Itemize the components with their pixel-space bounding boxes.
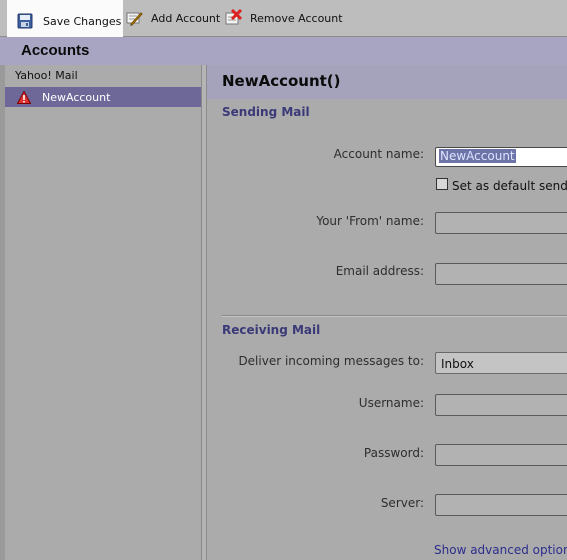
section-separator bbox=[222, 315, 567, 317]
password-field[interactable] bbox=[435, 444, 567, 466]
account-details: NewAccount() Sending Mail Account name: … bbox=[207, 65, 567, 560]
delete-icon bbox=[224, 8, 243, 27]
floppy-disk-icon bbox=[17, 13, 35, 31]
username-label: Username: bbox=[358, 396, 424, 410]
server-field[interactable] bbox=[435, 494, 567, 516]
from-name-field[interactable] bbox=[435, 212, 567, 234]
receiving-mail-title: Receiving Mail bbox=[222, 323, 321, 337]
email-address-field[interactable] bbox=[435, 263, 567, 285]
remove-account-button[interactable]: Remove Account bbox=[224, 0, 343, 36]
password-label: Password: bbox=[363, 446, 424, 460]
account-heading: NewAccount() bbox=[222, 72, 341, 90]
account-name-label: Account name: bbox=[333, 147, 424, 161]
remove-account-label: Remove Account bbox=[250, 11, 343, 25]
email-address-label: Email address: bbox=[335, 264, 424, 278]
account-group-label: Yahoo! Mail bbox=[15, 69, 78, 82]
account-heading-bar: NewAccount() bbox=[207, 65, 567, 99]
deliver-to-label: Deliver incoming messages to: bbox=[238, 354, 424, 368]
account-name-value: NewAccount bbox=[439, 149, 516, 163]
account-list-item[interactable]: NewAccount bbox=[5, 87, 201, 107]
account-list: Yahoo! Mail NewAccount bbox=[5, 65, 202, 560]
username-field[interactable] bbox=[435, 394, 567, 416]
from-name-label: Your 'From' name: bbox=[316, 214, 424, 228]
server-label: Server: bbox=[380, 496, 424, 510]
sending-mail-title: Sending Mail bbox=[222, 105, 310, 119]
accounts-title: Accounts bbox=[21, 42, 90, 59]
deliver-to-select[interactable]: Inbox bbox=[435, 352, 567, 374]
toolbar: Save Changes Add Account Remove Account bbox=[0, 0, 567, 43]
account-list-item-label: NewAccount bbox=[42, 90, 111, 104]
save-changes-label: Save Changes bbox=[43, 15, 122, 28]
add-account-label: Add Account bbox=[151, 11, 221, 25]
pencil-icon bbox=[125, 9, 143, 27]
warning-icon bbox=[16, 89, 32, 104]
account-name-field[interactable]: NewAccount bbox=[435, 147, 567, 167]
default-sending-label: Set as default sendi bbox=[452, 179, 567, 193]
default-sending-checkbox[interactable] bbox=[436, 178, 448, 190]
show-advanced-options-link[interactable]: Show advanced options bbox=[434, 543, 567, 557]
add-account-button[interactable]: Add Account bbox=[125, 0, 220, 36]
